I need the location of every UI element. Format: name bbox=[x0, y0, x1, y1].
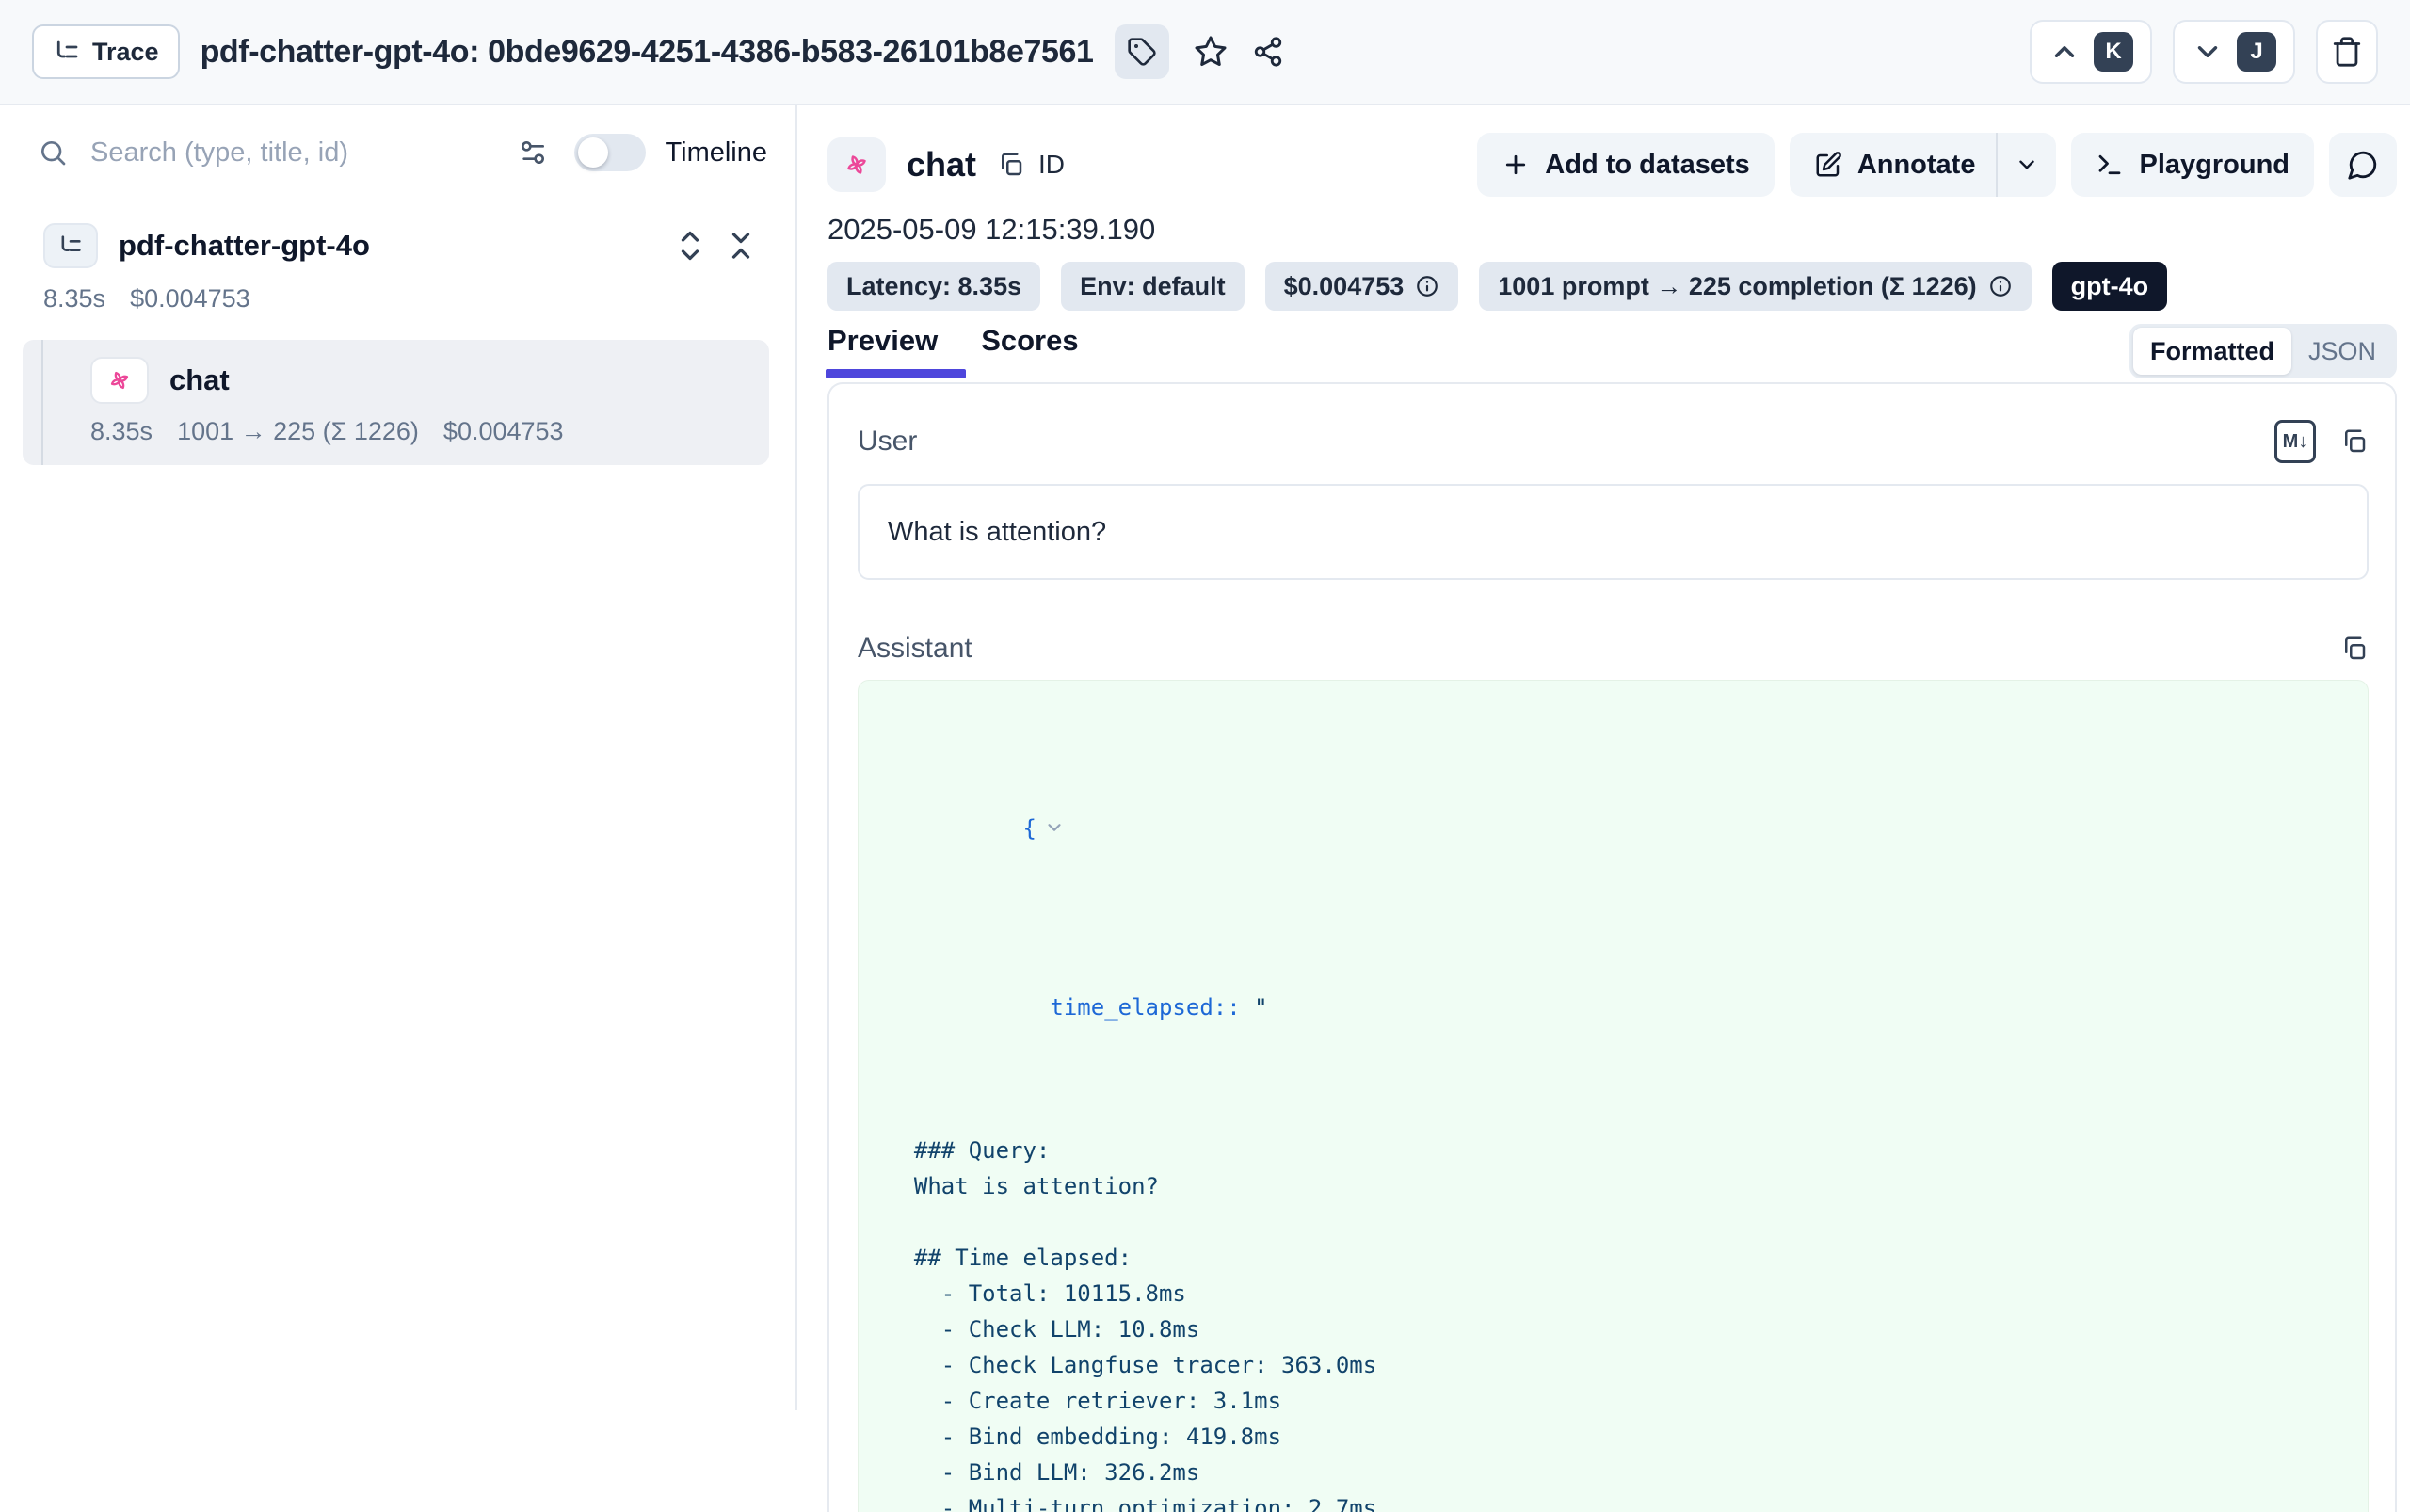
json-open-quote: " bbox=[1254, 994, 1267, 1021]
assistant-section-heading: Assistant bbox=[858, 633, 972, 665]
cost-badge: $0.004753 bbox=[1265, 262, 1459, 311]
chevron-down-icon bbox=[2192, 36, 2224, 68]
generation-pinwheel-icon bbox=[106, 367, 133, 394]
environment-badge: Env: default bbox=[1061, 262, 1245, 311]
trace-root-icon-badge bbox=[43, 223, 98, 268]
tree-indent-guide bbox=[41, 340, 43, 465]
annotate-label: Annotate bbox=[1857, 150, 1976, 181]
toggle-json[interactable]: JSON bbox=[2291, 328, 2393, 375]
top-bar: Trace pdf-chatter-gpt-4o: 0bde9629-4251-… bbox=[0, 0, 2410, 105]
copy-assistant-content-icon[interactable] bbox=[2340, 635, 2369, 663]
tag-icon bbox=[1127, 37, 1157, 67]
tag-button[interactable] bbox=[1115, 24, 1169, 79]
json-key-time-elapsed: time_elapsed:: bbox=[1050, 994, 1254, 1021]
json-open-brace: { bbox=[1023, 815, 1036, 842]
add-to-datasets-label: Add to datasets bbox=[1545, 150, 1750, 181]
observation-detail: chat ID Add to datasets bbox=[799, 105, 2410, 1410]
generation-icon-badge bbox=[90, 357, 149, 404]
comment-bubble-icon bbox=[2347, 149, 2379, 181]
copy-id-icon[interactable] bbox=[997, 151, 1025, 179]
chat-cost: $0.004753 bbox=[443, 417, 564, 446]
trace-badge-label: Trace bbox=[92, 38, 159, 67]
observation-tree: pdf-chatter-gpt-4o 8.35s $0.004753 bbox=[0, 222, 795, 465]
tab-preview[interactable]: Preview bbox=[827, 324, 938, 378]
annotate-dropdown-button[interactable] bbox=[1998, 133, 2056, 197]
pen-square-icon bbox=[1814, 151, 1842, 179]
trash-icon bbox=[2331, 36, 2363, 68]
list-tree-icon bbox=[57, 233, 84, 259]
chevron-down-icon bbox=[2015, 153, 2039, 177]
observation-timestamp: 2025-05-09 12:15:39.190 bbox=[827, 213, 2397, 247]
playground-button[interactable]: Playground bbox=[2071, 133, 2314, 197]
info-icon bbox=[1988, 274, 2013, 298]
json-string-value: ### Query: What is attention? ## Time el… bbox=[887, 1133, 2339, 1512]
id-label: ID bbox=[1038, 150, 1065, 180]
previous-trace-button[interactable]: K bbox=[2030, 20, 2152, 84]
search-input[interactable] bbox=[90, 137, 518, 169]
user-message-text: What is attention? bbox=[888, 517, 1106, 548]
toggle-formatted[interactable]: Formatted bbox=[2133, 328, 2291, 375]
trace-root-label: pdf-chatter-gpt-4o bbox=[119, 229, 370, 263]
trace-title: pdf-chatter-gpt-4o: 0bde9629-4251-4386-b… bbox=[201, 34, 1094, 71]
plus-icon bbox=[1502, 151, 1530, 179]
share-icon[interactable] bbox=[1252, 36, 1284, 68]
observation-title: chat bbox=[907, 145, 976, 185]
markdown-toggle-icon[interactable]: M↓ bbox=[2274, 420, 2316, 463]
chat-latency: 8.35s bbox=[90, 417, 153, 446]
filter-sliders-icon[interactable] bbox=[518, 137, 548, 168]
model-badge[interactable]: gpt-4o bbox=[2052, 262, 2167, 311]
timeline-toggle[interactable] bbox=[574, 134, 646, 171]
unfold-vertical-icon[interactable] bbox=[673, 227, 707, 265]
tree-item-chat-selected[interactable]: chat 8.35s 1001 → 225 (Σ 1226) $0.004753 bbox=[23, 340, 769, 465]
add-to-datasets-button[interactable]: Add to datasets bbox=[1477, 133, 1775, 197]
chat-tokens: 1001 → 225 (Σ 1226) bbox=[177, 417, 419, 446]
annotate-split-button: Annotate bbox=[1790, 133, 2057, 197]
star-icon[interactable] bbox=[1194, 35, 1228, 69]
collapse-chevron-icon[interactable] bbox=[1044, 817, 1065, 838]
trace-cost: $0.004753 bbox=[130, 284, 250, 314]
terminal-icon bbox=[2096, 151, 2124, 179]
trace-root-metrics: 8.35s $0.004753 bbox=[0, 284, 795, 314]
user-message-box: What is attention? bbox=[858, 484, 2369, 580]
chat-item-label: chat bbox=[169, 363, 230, 397]
latency-badge: Latency: 8.35s bbox=[827, 262, 1040, 311]
fold-vertical-icon[interactable] bbox=[724, 227, 758, 265]
assistant-json-viewer: { time_elapsed:: " ### Query: What is at… bbox=[887, 703, 2339, 1512]
info-icon bbox=[1415, 274, 1439, 298]
user-section-heading: User bbox=[858, 426, 917, 458]
chevron-up-icon bbox=[2048, 36, 2081, 68]
generation-icon-badge bbox=[827, 137, 886, 192]
assistant-message-box: { time_elapsed:: " ### Query: What is at… bbox=[858, 680, 2369, 1512]
trace-tree-sidebar: Timeline pdf-chatter-gpt-4o bbox=[0, 105, 797, 1410]
render-mode-toggle: Formatted JSON bbox=[2129, 324, 2397, 378]
list-tree-icon bbox=[53, 38, 81, 66]
playground-label: Playground bbox=[2139, 150, 2290, 181]
token-usage-badge: 1001 prompt → 225 completion (Σ 1226) bbox=[1479, 262, 2031, 311]
delete-trace-button[interactable] bbox=[2316, 20, 2378, 84]
annotate-button[interactable]: Annotate bbox=[1790, 133, 1997, 197]
comments-button[interactable] bbox=[2329, 133, 2397, 197]
metric-badges: Latency: 8.35s Env: default $0.004753 10… bbox=[827, 262, 2397, 311]
generation-pinwheel-icon bbox=[843, 151, 871, 179]
tree-item-trace-root[interactable]: pdf-chatter-gpt-4o bbox=[0, 222, 795, 269]
token-usage-value: 1001 prompt → 225 completion (Σ 1226) bbox=[1498, 272, 1976, 301]
timeline-toggle-label: Timeline bbox=[665, 137, 767, 169]
chat-item-metrics: 8.35s 1001 → 225 (Σ 1226) $0.004753 bbox=[90, 417, 769, 446]
next-trace-button[interactable]: J bbox=[2173, 20, 2295, 84]
trace-latency: 8.35s bbox=[43, 284, 105, 314]
trace-type-badge: Trace bbox=[32, 24, 180, 79]
shortcut-key-k: K bbox=[2094, 32, 2133, 72]
copy-user-content-icon[interactable] bbox=[2340, 427, 2369, 456]
tab-scores[interactable]: Scores bbox=[981, 324, 1078, 378]
cost-value: $0.004753 bbox=[1284, 272, 1405, 301]
shortcut-key-j: J bbox=[2237, 32, 2276, 72]
preview-panel: User M↓ What is attention? Assistant bbox=[827, 382, 2397, 1512]
search-icon bbox=[38, 137, 68, 168]
